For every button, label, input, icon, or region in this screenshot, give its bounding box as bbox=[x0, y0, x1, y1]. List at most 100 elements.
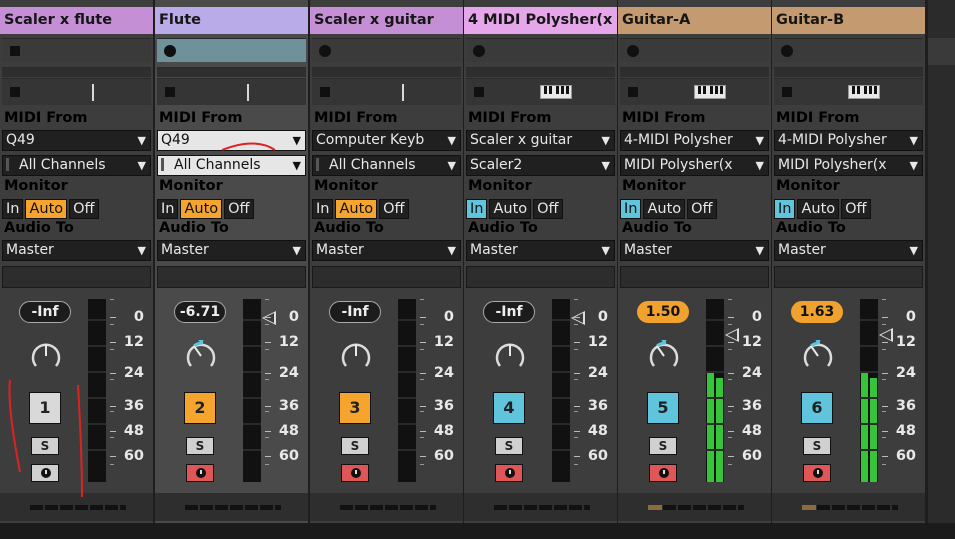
track-title[interactable]: Scaler x guitar bbox=[310, 7, 463, 34]
solo-button[interactable]: S bbox=[31, 437, 59, 455]
midi-channel-dropdown[interactable]: All Channels ▼ bbox=[2, 155, 151, 176]
monitor-auto-button[interactable]: Auto bbox=[797, 199, 840, 219]
send-level-bar[interactable] bbox=[185, 505, 281, 510]
clip-stop-row[interactable] bbox=[620, 78, 769, 105]
track-title[interactable]: Scaler x flute bbox=[0, 7, 153, 34]
audio-to-dropdown[interactable]: Master ▼ bbox=[466, 240, 615, 261]
audio-to-dropdown[interactable]: Master ▼ bbox=[312, 240, 461, 261]
monitor-switch[interactable]: In Auto Off bbox=[157, 199, 256, 219]
stop-button-icon[interactable] bbox=[320, 87, 330, 97]
solo-button[interactable]: S bbox=[186, 437, 214, 455]
track-title[interactable]: Guitar-B bbox=[772, 7, 925, 34]
output-channel-box[interactable] bbox=[312, 266, 461, 288]
midi-from-dropdown[interactable]: Scaler x guitar ▼ bbox=[466, 130, 615, 151]
monitor-auto-button[interactable]: Auto bbox=[643, 199, 686, 219]
solo-button[interactable]: S bbox=[495, 437, 523, 455]
monitor-off-button[interactable]: Off bbox=[533, 199, 563, 219]
send-level-bar[interactable] bbox=[340, 505, 436, 510]
volume-field[interactable]: -Inf bbox=[19, 301, 71, 323]
monitor-off-button[interactable]: Off bbox=[841, 199, 871, 219]
clip-stop-row[interactable] bbox=[774, 78, 923, 105]
pan-knob[interactable] bbox=[494, 340, 526, 372]
clip-slot[interactable] bbox=[157, 67, 306, 77]
midi-from-dropdown[interactable]: Q49 ▼ bbox=[157, 130, 306, 151]
midi-from-dropdown[interactable]: Computer Keyb ▼ bbox=[312, 130, 461, 151]
pan-knob[interactable] bbox=[30, 340, 62, 372]
midi-channel-dropdown[interactable]: All Channels ▼ bbox=[312, 155, 461, 176]
monitor-switch[interactable]: In Auto Off bbox=[312, 199, 411, 219]
arm-record-button[interactable] bbox=[649, 464, 677, 482]
midi-from-dropdown[interactable]: 4-MIDI Polysher ▼ bbox=[620, 130, 769, 151]
output-channel-box[interactable] bbox=[774, 266, 923, 288]
pan-knob[interactable] bbox=[340, 340, 372, 372]
monitor-in-button[interactable]: In bbox=[312, 199, 334, 219]
track-activator-button[interactable]: 6 bbox=[801, 392, 833, 424]
monitor-switch[interactable]: In Auto Off bbox=[620, 199, 719, 219]
monitor-in-button[interactable]: In bbox=[466, 199, 488, 219]
midi-from-dropdown[interactable]: 4-MIDI Polysher ▼ bbox=[774, 130, 923, 151]
pan-knob[interactable] bbox=[185, 340, 217, 372]
volume-field[interactable]: -Inf bbox=[483, 301, 535, 323]
audio-to-dropdown[interactable]: Master ▼ bbox=[620, 240, 769, 261]
volume-field[interactable]: 1.50 bbox=[637, 301, 689, 323]
monitor-switch[interactable]: In Auto Off bbox=[2, 199, 101, 219]
clip-stop-row[interactable] bbox=[2, 78, 151, 105]
output-channel-box[interactable] bbox=[157, 266, 306, 288]
pan-knob[interactable] bbox=[648, 340, 680, 372]
arm-record-button[interactable] bbox=[803, 464, 831, 482]
monitor-in-button[interactable]: In bbox=[157, 199, 179, 219]
stop-button-icon[interactable] bbox=[10, 87, 20, 97]
monitor-auto-button[interactable]: Auto bbox=[335, 199, 378, 219]
midi-channel-dropdown[interactable]: Scaler2 ▼ bbox=[466, 155, 615, 176]
arm-record-button[interactable] bbox=[31, 464, 59, 482]
stop-button-icon[interactable] bbox=[165, 87, 175, 97]
solo-button[interactable]: S bbox=[803, 437, 831, 455]
audio-to-dropdown[interactable]: Master ▼ bbox=[774, 240, 923, 261]
solo-button[interactable]: S bbox=[649, 437, 677, 455]
send-level-bar[interactable] bbox=[30, 505, 126, 510]
monitor-auto-button[interactable]: Auto bbox=[489, 199, 532, 219]
clip-slot[interactable] bbox=[620, 67, 769, 77]
clip-slot[interactable] bbox=[466, 38, 615, 62]
monitor-off-button[interactable]: Off bbox=[379, 199, 409, 219]
track-activator-button[interactable]: 5 bbox=[647, 392, 679, 424]
track-activator-button[interactable]: 4 bbox=[493, 392, 525, 424]
clip-slot[interactable] bbox=[774, 67, 923, 77]
midi-from-dropdown[interactable]: Q49 ▼ bbox=[2, 130, 151, 151]
audio-to-dropdown[interactable]: Master ▼ bbox=[2, 240, 151, 261]
clip-slot[interactable] bbox=[620, 38, 769, 62]
monitor-switch[interactable]: In Auto Off bbox=[774, 199, 873, 219]
stop-button-icon[interactable] bbox=[782, 87, 792, 97]
pan-knob[interactable] bbox=[802, 340, 834, 372]
monitor-off-button[interactable]: Off bbox=[687, 199, 717, 219]
monitor-in-button[interactable]: In bbox=[774, 199, 796, 219]
clip-slot[interactable] bbox=[2, 67, 151, 77]
output-channel-box[interactable] bbox=[2, 266, 151, 288]
clip-slot[interactable] bbox=[466, 67, 615, 77]
volume-field[interactable]: 1.63 bbox=[791, 301, 843, 323]
track-title[interactable]: 4 MIDI Polysher(x bbox=[464, 7, 617, 34]
stop-button-icon[interactable] bbox=[474, 87, 484, 97]
send-level-bar[interactable] bbox=[494, 505, 590, 510]
stop-button-icon[interactable] bbox=[628, 87, 638, 97]
send-level-bar[interactable] bbox=[648, 505, 744, 510]
clip-slot[interactable] bbox=[312, 38, 461, 62]
monitor-off-button[interactable]: Off bbox=[69, 199, 99, 219]
monitor-in-button[interactable]: In bbox=[2, 199, 24, 219]
monitor-off-button[interactable]: Off bbox=[224, 199, 254, 219]
monitor-auto-button[interactable]: Auto bbox=[25, 199, 68, 219]
midi-channel-dropdown[interactable]: All Channels ▼ bbox=[157, 155, 306, 176]
clip-slot[interactable] bbox=[774, 38, 923, 62]
track-title[interactable]: Guitar-A bbox=[618, 7, 771, 34]
monitor-auto-button[interactable]: Auto bbox=[180, 199, 223, 219]
volume-field[interactable]: -Inf bbox=[329, 301, 381, 323]
track-activator-button[interactable]: 3 bbox=[339, 392, 371, 424]
output-channel-box[interactable] bbox=[620, 266, 769, 288]
solo-button[interactable]: S bbox=[341, 437, 369, 455]
send-level-bar[interactable] bbox=[802, 505, 898, 510]
midi-channel-dropdown[interactable]: MIDI Polysher(x ▼ bbox=[620, 155, 769, 176]
clip-stop-row[interactable] bbox=[312, 78, 461, 105]
track-activator-button[interactable]: 2 bbox=[184, 392, 216, 424]
clip-stop-row[interactable] bbox=[466, 78, 615, 105]
monitor-in-button[interactable]: In bbox=[620, 199, 642, 219]
